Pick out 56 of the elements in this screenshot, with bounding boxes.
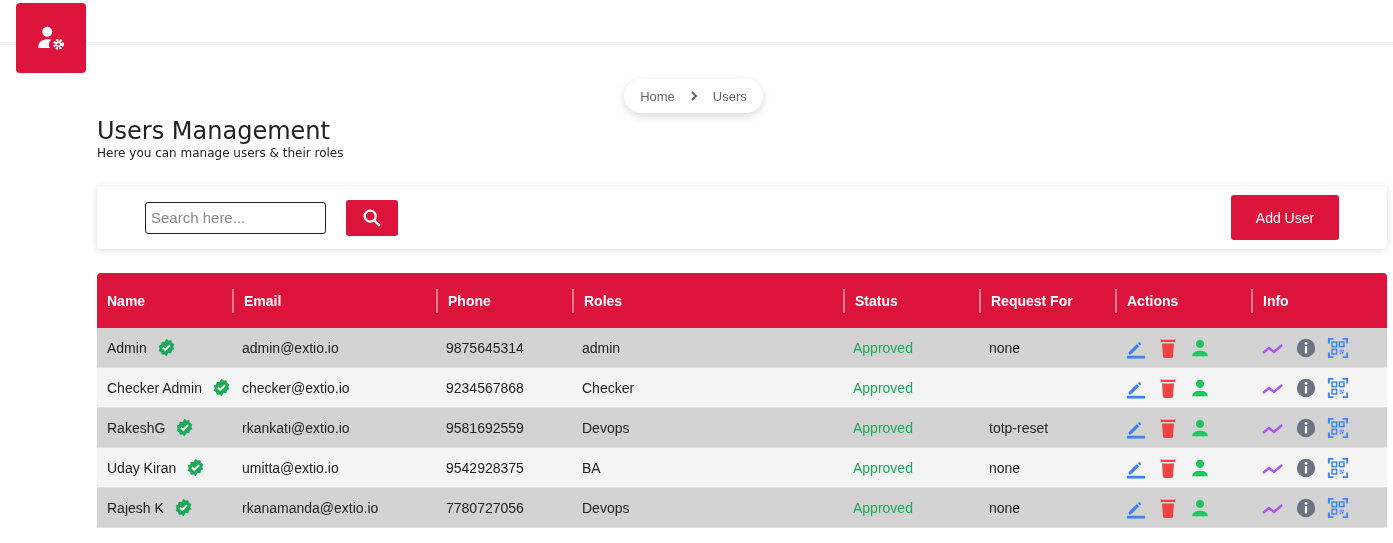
table-cell: none [989, 339, 1021, 356]
column-header: Info [1251, 288, 1387, 313]
table-cell: Devops [582, 499, 630, 516]
table-cell: checker@extio.io [242, 379, 350, 396]
breadcrumb-link[interactable]: Home [640, 88, 675, 104]
table-cell: none [989, 459, 1021, 476]
status-text: Approved [853, 339, 913, 356]
search-field[interactable]: Search here... [145, 201, 326, 234]
table-cell: 9875645314 [446, 339, 524, 356]
table-cell: BA [582, 459, 601, 476]
table-cell: rkankati@extio.io [242, 419, 350, 436]
info-icon[interactable] [1295, 416, 1317, 439]
table-cell: Admin [107, 339, 147, 356]
qr-code-icon[interactable] [1327, 416, 1349, 439]
column-header: Actions [1115, 288, 1251, 313]
table-cell: totp-reset [989, 419, 1049, 436]
table-cell: admin@extio.io [242, 339, 339, 356]
qr-code-icon[interactable] [1327, 496, 1349, 519]
chevron-right-icon [688, 91, 699, 101]
table-cell: 9581692559 [446, 419, 524, 436]
table-cell: umitta@extio.io [242, 459, 339, 476]
column-header: Roles [572, 288, 843, 313]
info-icon[interactable] [1295, 336, 1317, 359]
search-button[interactable] [346, 199, 398, 236]
table-cell: 7780727056 [446, 499, 524, 516]
app-logo[interactable] [16, 3, 86, 73]
column-header: Name [106, 291, 147, 311]
add-user-button[interactable]: Add User [1231, 195, 1339, 240]
status-text: Approved [853, 499, 913, 516]
qr-code-icon[interactable] [1327, 376, 1349, 399]
breadcrumb-link[interactable]: Users [712, 88, 747, 104]
column-header: Phone [436, 288, 572, 313]
status-text: Approved [853, 379, 913, 396]
table-cell: Uday Kiran [107, 459, 177, 476]
table-cell: rkanamanda@extio.io [242, 499, 379, 516]
qr-code-icon[interactable] [1327, 336, 1349, 359]
table-cell: 9234567868 [446, 379, 524, 396]
table-cell: 9542928375 [446, 459, 524, 476]
table-cell: Rajesh K [107, 499, 164, 516]
column-header: Status [843, 288, 979, 313]
info-icon[interactable] [1295, 456, 1317, 479]
info-icon[interactable] [1295, 496, 1317, 519]
info-icon[interactable] [1295, 376, 1317, 399]
table-cell: none [989, 499, 1021, 516]
qr-code-icon[interactable] [1327, 456, 1349, 479]
table-cell: RakeshG [107, 419, 166, 436]
table-cell: Checker Admin [107, 379, 202, 396]
table-cell: admin [582, 339, 621, 356]
status-text: Approved [853, 419, 913, 436]
status-text: Approved [853, 459, 913, 476]
column-header: Email [232, 288, 436, 313]
column-header: Request For [979, 288, 1115, 313]
page-subtitle: Here you can manage users & their roles [97, 146, 345, 160]
table-cell: Devops [582, 419, 630, 436]
table-cell: Checker [582, 379, 635, 396]
page-title: Users Management [97, 117, 330, 145]
